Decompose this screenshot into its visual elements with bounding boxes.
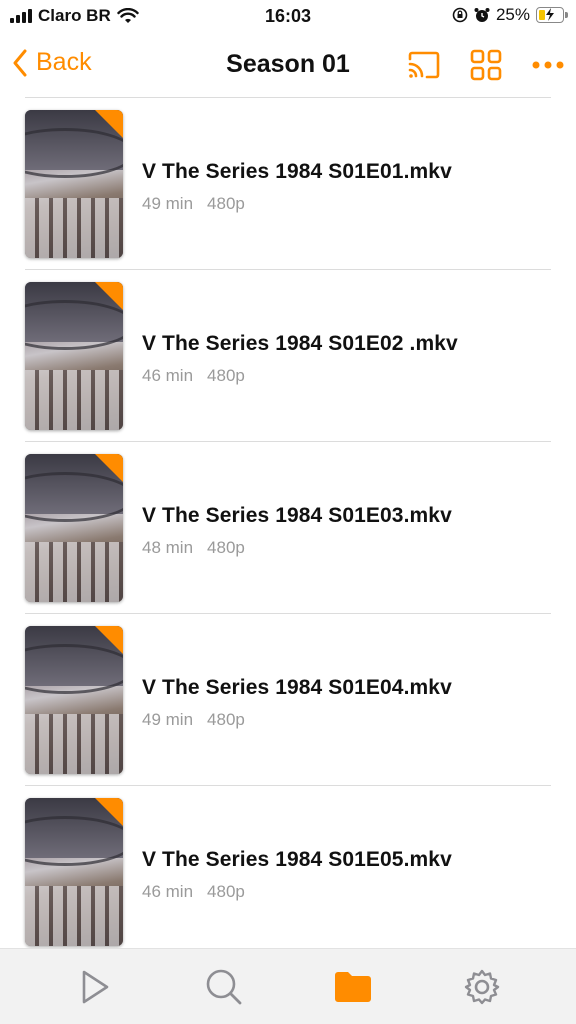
status-bar: Claro BR 16:03 25%	[0, 0, 576, 32]
settings-icon	[464, 969, 499, 1004]
episode-title: V The Series 1984 S01E05.mkv	[142, 848, 452, 871]
tab-video[interactable]	[55, 957, 135, 1017]
new-badge	[95, 282, 123, 310]
episode-title: V The Series 1984 S01E02 .mkv	[142, 332, 458, 355]
video-thumbnail	[25, 282, 123, 430]
episode-resolution: 480p	[207, 538, 245, 557]
list-item[interactable]: V The Series 1984 S01E04.mkv 49 min 480p	[25, 614, 551, 786]
folder-icon	[334, 971, 371, 1002]
episode-meta: 46 min 480p	[142, 882, 245, 902]
more-icon	[532, 61, 564, 69]
video-thumbnail	[25, 798, 123, 946]
more-button[interactable]	[529, 46, 567, 84]
search-icon	[206, 969, 241, 1004]
episode-resolution: 480p	[207, 194, 245, 213]
episode-meta: 49 min 480p	[142, 710, 245, 730]
episode-resolution: 480p	[207, 366, 245, 385]
list-item[interactable]: V The Series 1984 S01E03.mkv 48 min 480p	[25, 442, 551, 614]
episode-meta: 49 min 480p	[142, 194, 245, 214]
episode-duration: 49 min	[142, 194, 194, 213]
status-right: 25%	[452, 5, 568, 25]
video-thumbnail	[25, 454, 123, 602]
tab-browse[interactable]	[313, 957, 393, 1017]
new-badge	[95, 454, 123, 482]
episode-list: V The Series 1984 S01E01.mkv 49 min 480p…	[0, 98, 576, 958]
nav-actions	[405, 46, 567, 84]
list-item[interactable]: V The Series 1984 S01E02 .mkv 46 min 480…	[25, 270, 551, 442]
episode-duration: 46 min	[142, 882, 194, 901]
new-badge	[95, 110, 123, 138]
episode-duration: 46 min	[142, 366, 194, 385]
episode-resolution: 480p	[207, 710, 245, 729]
episode-title: V The Series 1984 S01E04.mkv	[142, 676, 452, 699]
tab-settings[interactable]	[442, 957, 522, 1017]
orientation-lock-icon	[452, 7, 468, 23]
video-thumbnail	[25, 110, 123, 258]
battery-label: 25%	[495, 5, 530, 24]
grid-view-icon	[470, 49, 502, 81]
episode-duration: 48 min	[142, 538, 194, 557]
tab-bar	[0, 948, 576, 1024]
list-item[interactable]: V The Series 1984 S01E05.mkv 46 min 480p	[25, 786, 551, 958]
new-badge	[95, 798, 123, 826]
nav-bar: Back Season 01	[13, 36, 564, 98]
episode-duration: 49 min	[142, 710, 194, 729]
cast-button[interactable]	[405, 46, 443, 84]
battery-icon	[536, 7, 568, 23]
grid-view-button[interactable]	[467, 46, 505, 84]
episode-meta: 48 min 480p	[142, 538, 245, 558]
episode-meta: 46 min 480p	[142, 366, 245, 386]
list-item[interactable]: V The Series 1984 S01E01.mkv 49 min 480p	[25, 98, 551, 270]
play-icon	[82, 970, 108, 1003]
tab-search[interactable]	[184, 957, 264, 1017]
alarm-icon	[474, 8, 490, 22]
episode-title: V The Series 1984 S01E01.mkv	[142, 160, 452, 183]
episode-resolution: 480p	[207, 882, 245, 901]
new-badge	[95, 626, 123, 654]
cast-icon	[408, 51, 440, 79]
episode-title: V The Series 1984 S01E03.mkv	[142, 504, 452, 527]
video-thumbnail	[25, 626, 123, 774]
